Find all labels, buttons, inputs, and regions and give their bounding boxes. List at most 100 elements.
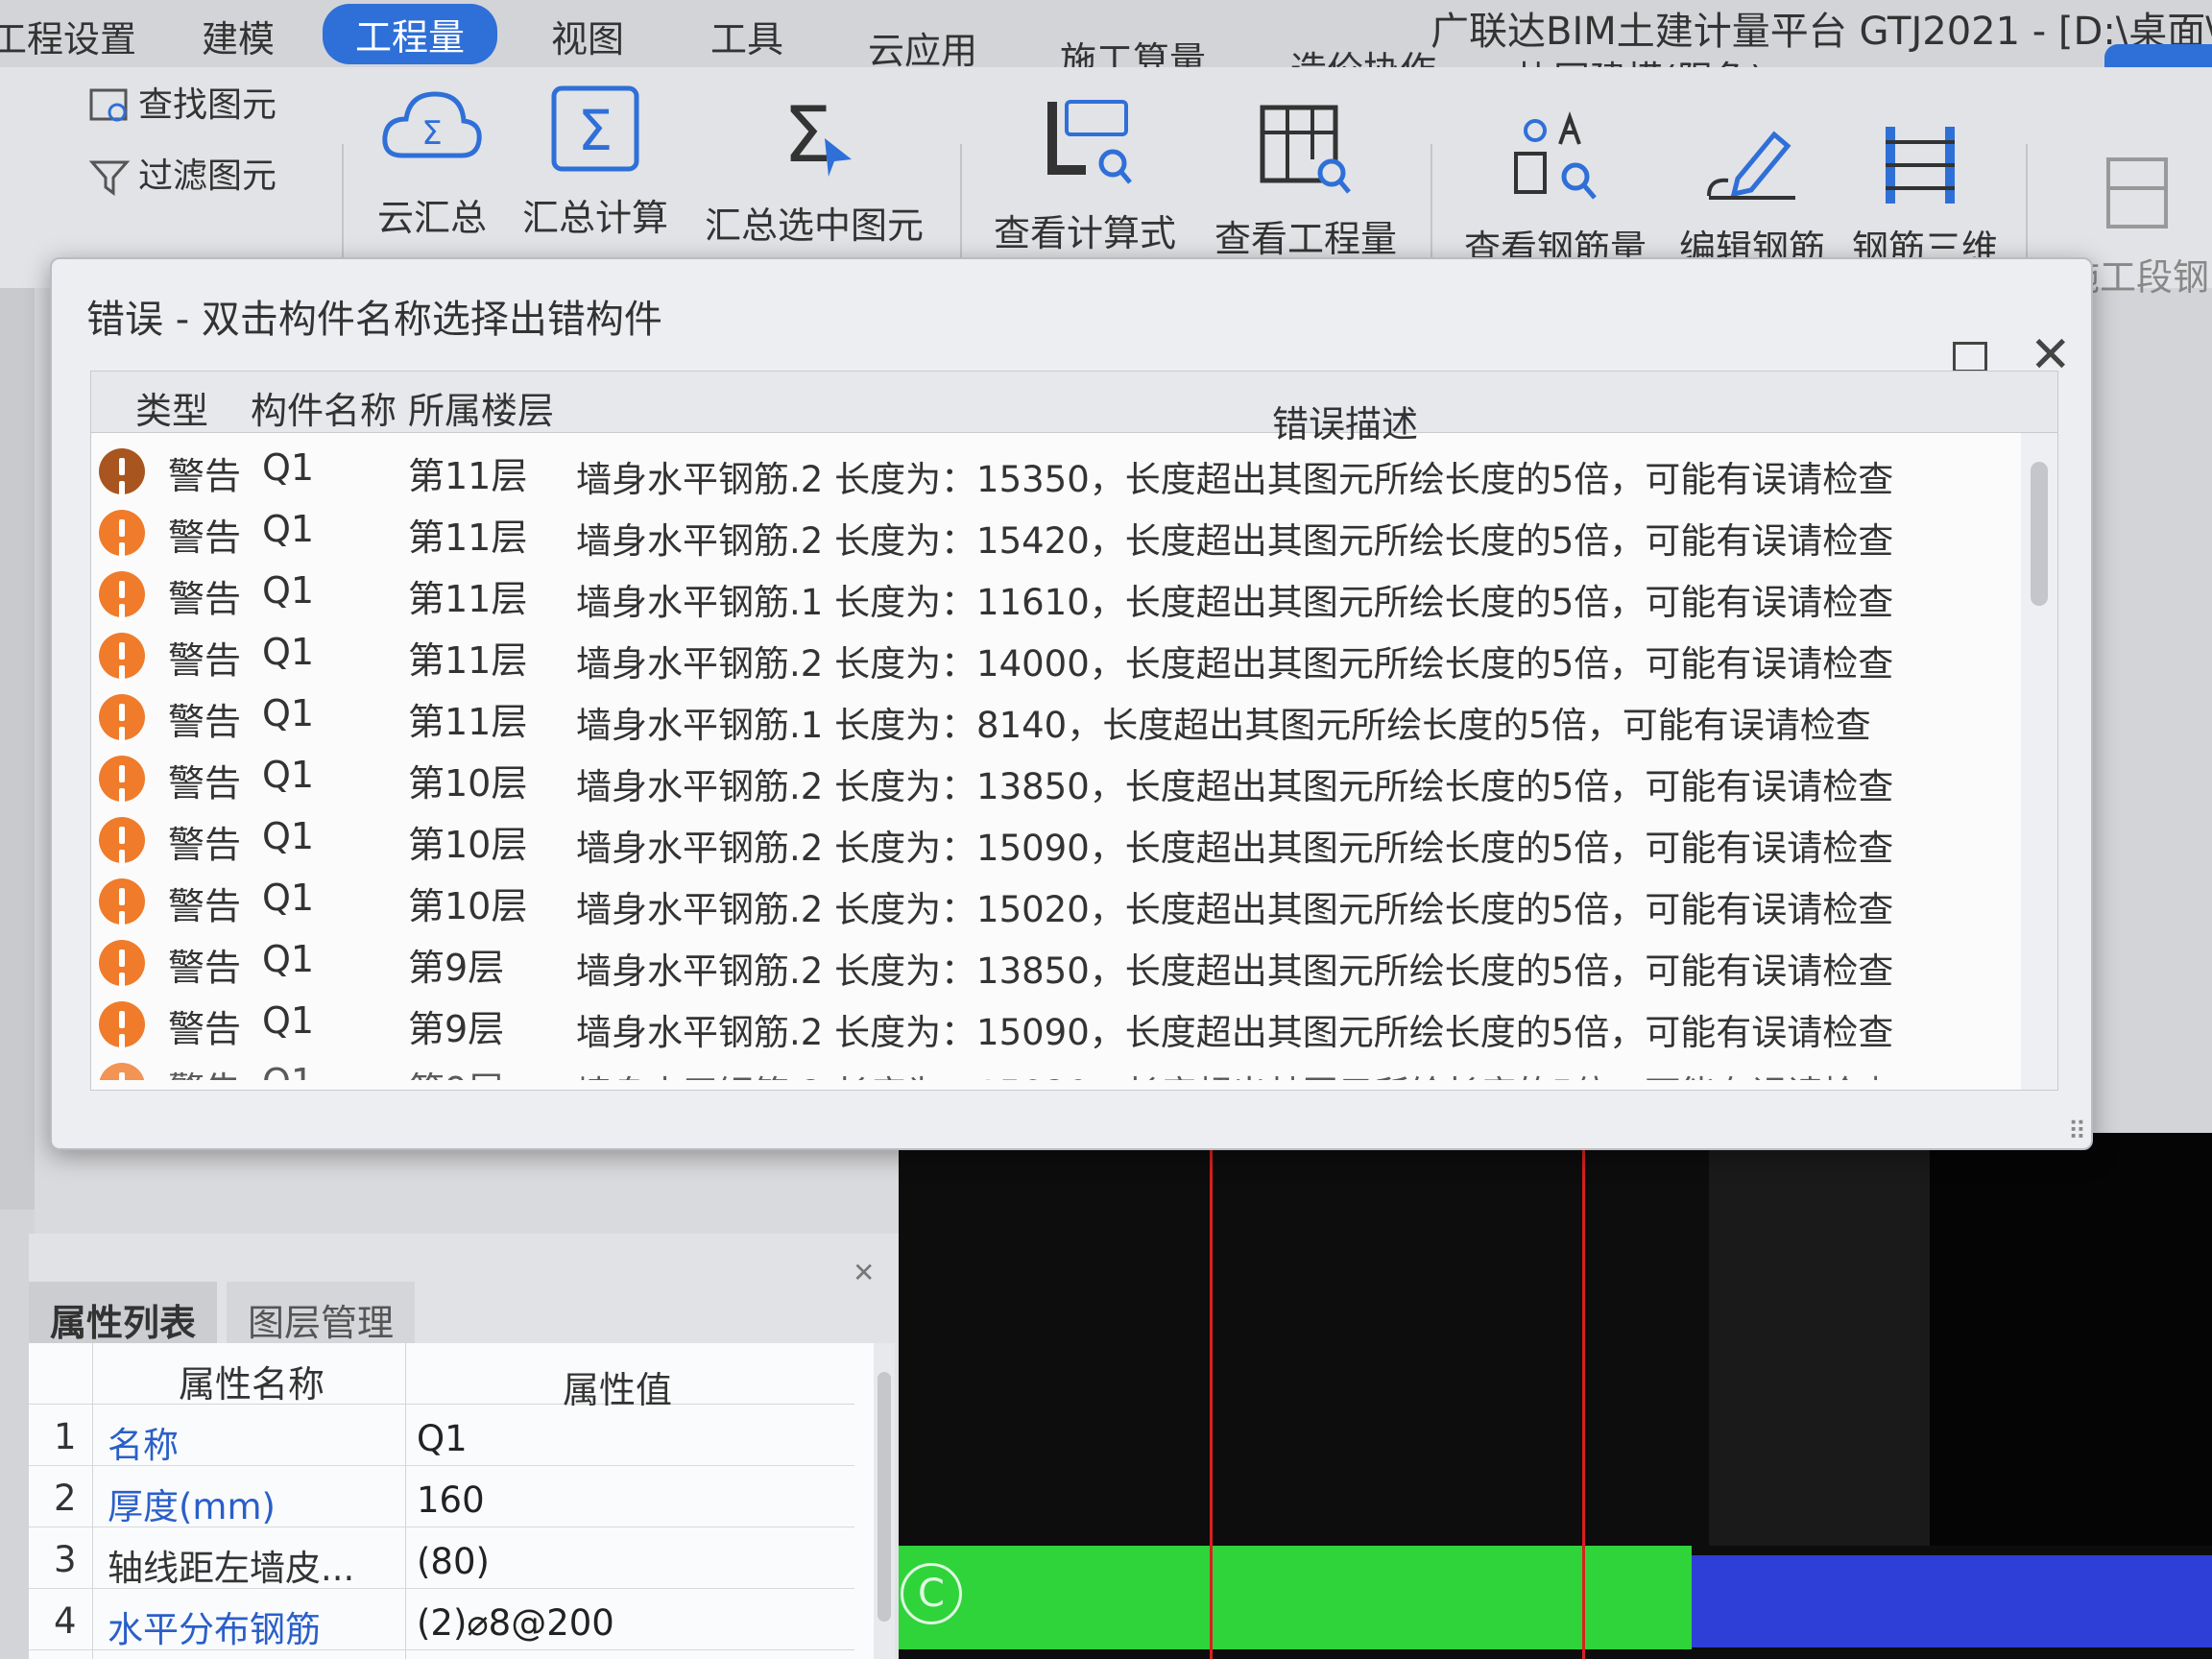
floor: 第11层	[408, 639, 528, 682]
view-formula-icon	[1047, 100, 1132, 184]
menu-bar: 工程设置 建模 工程量 视图 工具 云应用 施工算量 造价协作	[0, 0, 1479, 91]
component-name[interactable]: Q1	[262, 938, 314, 980]
svg-text:Σ: Σ	[421, 114, 442, 153]
component-name[interactable]: Q1	[262, 508, 314, 550]
row-number: 4	[54, 1600, 77, 1642]
menu-modeling[interactable]: 建模	[202, 10, 275, 62]
dialog-title: 错误 - 双击构件名称选择出错构件	[86, 298, 662, 342]
error-row[interactable]: 警告 Q1 第11层 墙身水平钢筋.2 长度为：15350，长度超出其图元所绘长度的5…	[91, 437, 2021, 500]
component-name[interactable]: Q1	[262, 815, 314, 857]
segment-rebar-icon	[2106, 157, 2168, 228]
error-row[interactable]: 警告 Q1 第11层 墙身水平钢筋.2 长度为：14000，长度超出其图元所绘长度的5…	[91, 621, 2021, 685]
maximize-icon[interactable]	[1953, 342, 1987, 373]
error-type: 警告	[168, 517, 242, 559]
component-name[interactable]: Q1	[262, 999, 314, 1042]
warning-icon	[99, 1001, 145, 1047]
menu-quantity[interactable]: 工程量	[323, 4, 498, 64]
warning-icon	[99, 817, 145, 863]
sum-selected-button[interactable]: Σ 汇总选中图元	[699, 88, 929, 249]
tab-property-list[interactable]: 属性列表	[29, 1282, 218, 1344]
warning-icon	[99, 510, 145, 556]
menu-cloud-apps[interactable]: 云应用	[868, 21, 977, 74]
property-value[interactable]: Q1	[417, 1418, 468, 1459]
property-value[interactable]: (80)	[417, 1541, 490, 1582]
find-element-label: 查找图元	[138, 85, 277, 125]
warning-icon	[99, 878, 145, 925]
property-value[interactable]: 160	[417, 1479, 485, 1521]
component-name[interactable]: Q1	[262, 877, 314, 919]
sum-calc-label: 汇总计算	[521, 197, 668, 239]
row-number: 2	[54, 1478, 77, 1519]
view-rebar-icon	[1514, 111, 1597, 200]
error-row[interactable]: 警告 Q1 第10层 墙身水平钢筋.2 长度为：15090，长度超出其图元所绘长度的5…	[91, 805, 2021, 869]
scrollbar-thumb[interactable]	[2031, 462, 2048, 606]
property-row[interactable]: 4 水平分布钢筋 (2)⌀8@200	[29, 1589, 854, 1650]
error-description: 墙身水平钢筋.1 长度为：11610，长度超出其图元所绘长度的5倍，可能有误请检…	[576, 582, 1894, 623]
view-formula-button[interactable]: 查看计算式	[989, 96, 1181, 256]
warning-icon	[99, 694, 145, 740]
view-quantity-button[interactable]: 查看工程量	[1210, 102, 1402, 262]
axis-line-red	[1582, 1133, 1585, 1659]
component-name[interactable]: Q1	[262, 569, 314, 612]
error-type: 警告	[168, 701, 242, 743]
rebar-3d-button[interactable]: 钢筋三维	[1843, 121, 2007, 272]
property-row[interactable]: 3 轴线距左墙皮... (80)	[29, 1527, 854, 1589]
svg-text:Σ: Σ	[783, 90, 832, 180]
property-scrollbar[interactable]	[874, 1343, 895, 1659]
error-type: 警告	[168, 947, 242, 989]
error-description: 墙身水平钢筋.2 长度为：15090，长度超出其图元所绘长度的5倍，可能有误请检…	[576, 828, 1894, 869]
cloud-sum-button[interactable]: Σ 云汇总	[373, 81, 492, 241]
col-header-type[interactable]: 类型	[135, 381, 208, 434]
menu-project-settings[interactable]: 工程设置	[0, 10, 136, 62]
axis-marker-c: C	[901, 1563, 962, 1624]
error-row[interactable]: 警告 Q1 第11层 墙身水平钢筋.2 长度为：15420，长度超出其图元所绘长度的5…	[91, 498, 2021, 562]
menu-view[interactable]: 视图	[551, 10, 624, 62]
selected-wall-green[interactable]	[893, 1546, 1692, 1649]
floor: 第10层	[408, 824, 528, 866]
properties-panel: ✕ 属性列表 图层管理 属性名称 属性值 1 名称 Q1 2 厚度(mm) 16…	[29, 1234, 899, 1659]
component-name[interactable]: Q1	[262, 446, 314, 489]
error-row[interactable]: 警告 Q1 第9层 墙身水平钢筋.2 长度为：13850，长度超出其图元所绘长度的5倍…	[91, 928, 2021, 992]
filter-element-button[interactable]: 过滤图元	[88, 148, 276, 198]
col-header-component-name[interactable]: 构件名称	[251, 381, 397, 434]
error-description: 墙身水平钢筋.2 长度为：15420，长度超出其图元所绘长度的5倍，可能有误请检…	[576, 520, 1894, 562]
error-dialog: 错误 - 双击构件名称选择出错构件 ✕ 类型 构件名称 所属楼层 错误描述 警告…	[50, 257, 2093, 1150]
component-name[interactable]: Q1	[262, 1061, 314, 1080]
wall-blue[interactable]	[1692, 1555, 2212, 1647]
error-table: 类型 构件名称 所属楼层 错误描述 警告 Q1 第11层 墙身水平钢筋.2 长度为：1…	[90, 371, 2058, 1091]
error-type: 警告	[168, 824, 242, 866]
menu-tools[interactable]: 工具	[710, 10, 783, 62]
property-row[interactable]: 1 名称 Q1	[29, 1405, 854, 1466]
property-name: 厚度(mm)	[108, 1486, 276, 1527]
edit-rebar-button[interactable]: 编辑钢筋	[1671, 121, 1834, 272]
view-formula-label: 查看计算式	[993, 212, 1176, 254]
col-header-floor[interactable]: 所属楼层	[408, 381, 554, 434]
error-row[interactable]: 警告 Q1 第11层 墙身水平钢筋.1 长度为：11610，长度超出其图元所绘长度的5…	[91, 560, 2021, 623]
sum-calc-button[interactable]: Σ 汇总计算	[518, 81, 672, 241]
error-row[interactable]: 警告 Q1 第10层 墙身水平钢筋.2 长度为：15020，长度超出其图元所绘长度的5…	[91, 867, 2021, 930]
property-value[interactable]: (2)⌀8@200	[417, 1602, 614, 1644]
find-element-button[interactable]: 查找图元	[88, 77, 276, 127]
component-name[interactable]: Q1	[262, 754, 314, 796]
error-table-scrollbar[interactable]	[2021, 433, 2057, 1090]
resize-grip-icon[interactable]: ⠿	[2068, 1118, 2086, 1146]
svg-text:Σ: Σ	[578, 98, 613, 163]
tab-layer-management[interactable]: 图层管理	[227, 1282, 416, 1344]
view-rebar-button[interactable]: 查看钢筋量	[1459, 111, 1651, 272]
warning-icon	[99, 448, 145, 494]
floor: 第11层	[408, 517, 528, 559]
error-row[interactable]: 警告 Q1 第10层 墙身水平钢筋.2 长度为：13850，长度超出其图元所绘长度的5…	[91, 744, 2021, 807]
error-row[interactable]: 警告 Q1 第11层 墙身水平钢筋.1 长度为：8140，长度超出其图元所绘长度的5倍…	[91, 683, 2021, 746]
axis-line-red	[1210, 1133, 1213, 1659]
row-number: 1	[54, 1416, 77, 1457]
error-row[interactable]: 警告 Q1 第9层 墙身水平钢筋.2 长度为：15090，长度超出其图元所绘长度的5倍…	[91, 990, 2021, 1053]
close-icon[interactable]: ✕	[853, 1257, 875, 1288]
component-name[interactable]: Q1	[262, 692, 314, 734]
floor: 第9层	[408, 1008, 505, 1050]
error-description: 墙身水平钢筋.1 长度为：8140，长度超出其图元所绘长度的5倍，可能有误请检查	[576, 705, 1871, 746]
error-row[interactable]: 警告 Q1 第9层 墙身水平钢筋.2 长度为：15020，长度超出其图元所绘长度的5倍…	[91, 1051, 2021, 1080]
error-description: 墙身水平钢筋.2 长度为：15350，长度超出其图元所绘长度的5倍，可能有误请检…	[576, 459, 1894, 500]
cloud-sum-label: 云汇总	[376, 197, 487, 239]
component-name[interactable]: Q1	[262, 631, 314, 673]
property-row[interactable]: 2 厚度(mm) 160	[29, 1466, 854, 1527]
